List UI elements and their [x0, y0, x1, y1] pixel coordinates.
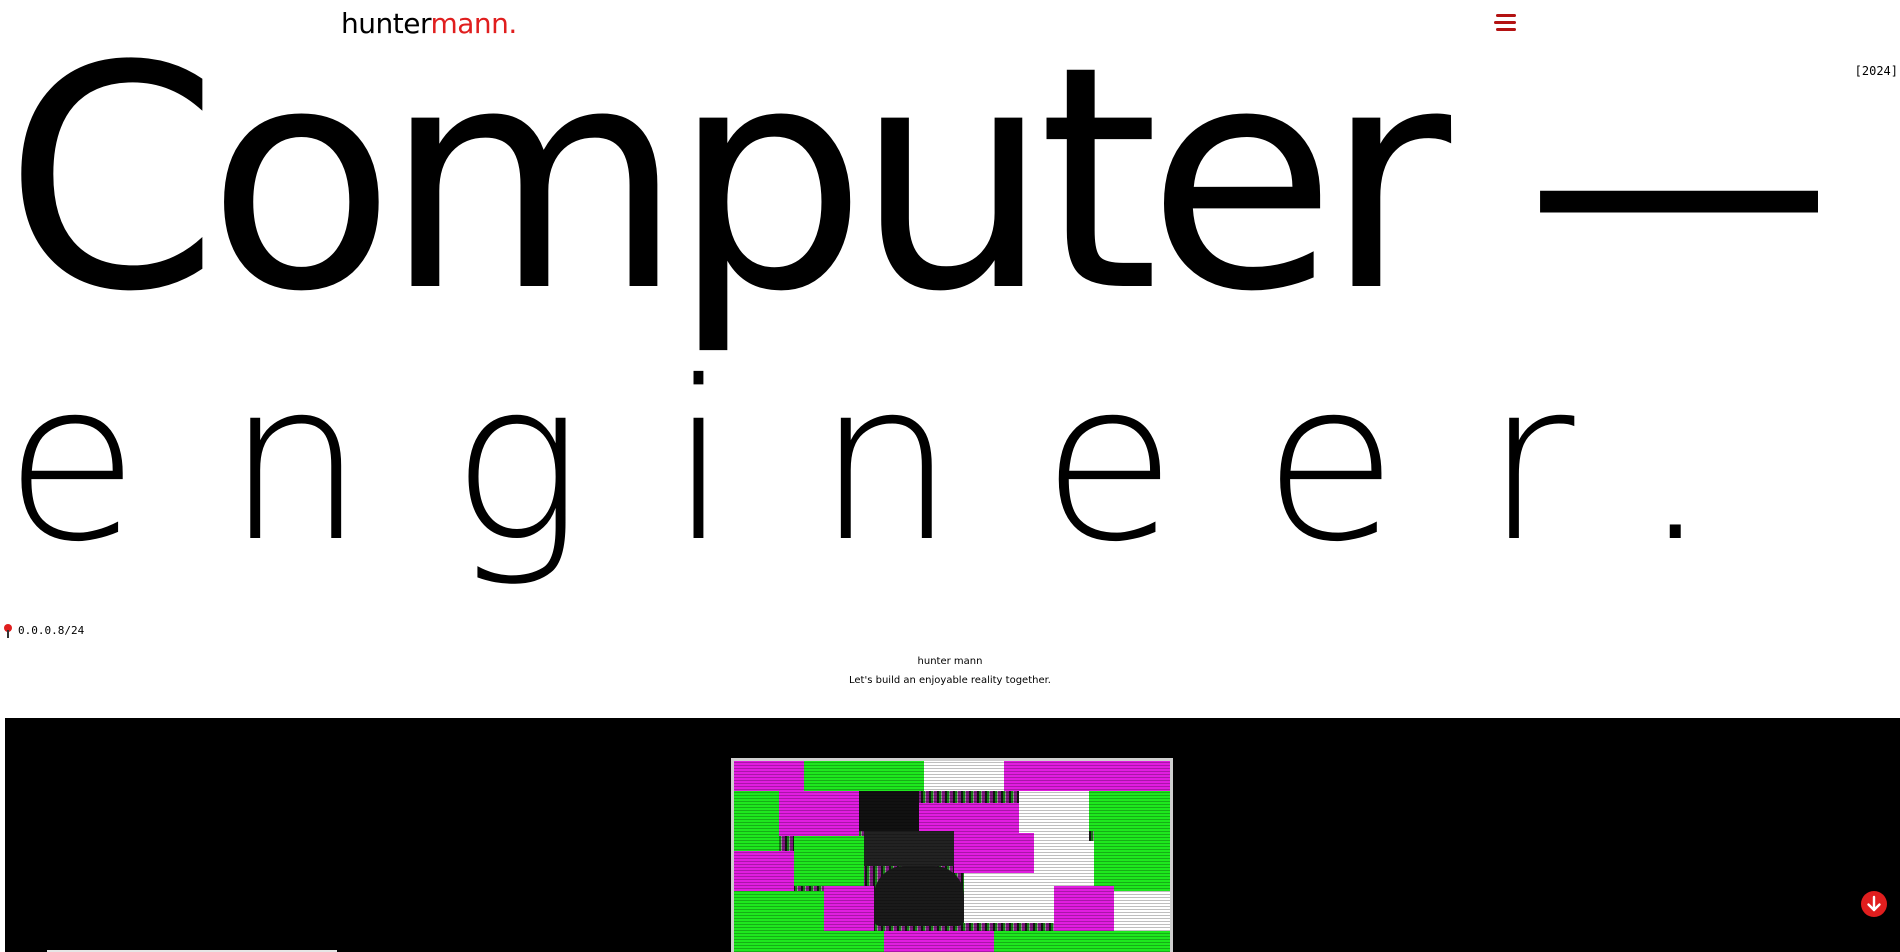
- page: huntermann. [2024] Computer — engineer. …: [0, 0, 1900, 952]
- tagline-subtitle: Let's build an enjoyable reality togethe…: [849, 675, 1051, 686]
- location-pin-icon: [4, 624, 12, 638]
- ip-readout: 0.0.0.8/24: [4, 624, 84, 638]
- arrow-down-icon[interactable]: [1861, 891, 1887, 917]
- tagline-name: hunter mann: [917, 656, 983, 667]
- hero-title-line-1: Computer —: [4, 0, 1833, 359]
- showcase-section: [5, 718, 1900, 952]
- glitch-portrait-image: [731, 758, 1173, 952]
- tagline: hunter mann Let's build an enjoyable rea…: [0, 652, 1900, 690]
- ip-value: 0.0.0.8/24: [18, 624, 85, 637]
- glitch-block: [734, 761, 1170, 952]
- year-badge: [2024]: [1854, 64, 1898, 78]
- hero-title-line-2: engineer.: [4, 334, 1797, 590]
